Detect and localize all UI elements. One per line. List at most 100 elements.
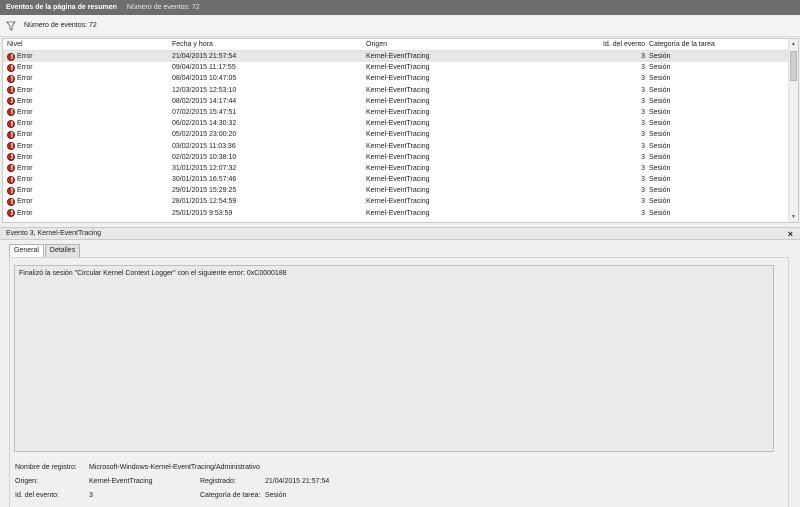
cell-id: 3 <box>641 209 645 217</box>
cell-nivel: Error <box>17 142 33 150</box>
table-row[interactable]: Error 02/02/2015 10:38:10 Kernel-EventTrac… <box>3 152 798 163</box>
title-bar: Eventos de la página de resumen Número d… <box>0 0 800 15</box>
origen-label: Origen: <box>15 478 38 485</box>
description-text: Finalizó la sesión "Circular Kernel Cont… <box>19 270 287 277</box>
registro-label: Nombre de registro: <box>15 464 77 471</box>
cell-id: 3 <box>641 131 645 139</box>
cell-nivel: Error <box>17 86 33 94</box>
scroll-thumb[interactable] <box>790 51 797 81</box>
grid-header: Nivel Fecha y hora Origen Id. del evento… <box>3 39 798 51</box>
cell-origen: Kernel-EventTracing <box>366 64 430 72</box>
table-row[interactable]: Error 08/02/2015 14:17:44 Kernel-EventTrac… <box>3 96 798 107</box>
table-row[interactable]: Error 05/02/2015 23:00:20 Kernel-EventTrac… <box>3 129 798 140</box>
header-fecha[interactable]: Fecha y hora <box>172 39 213 51</box>
cell-nivel: Error <box>17 53 33 60</box>
cell-fecha: 21/04/2015 21:57:54 <box>172 53 237 60</box>
header-categoria[interactable]: Categoría de la tarea <box>649 39 715 51</box>
cell-id: 3 <box>641 198 645 206</box>
filter-icon[interactable] <box>6 21 16 31</box>
cell-origen: Kernel-EventTracing <box>366 142 430 150</box>
table-row[interactable]: Error 12/03/2015 12:53:10 Kernel-EventTrac… <box>3 85 798 96</box>
cell-fecha: 06/02/2015 14:30:32 <box>172 120 237 128</box>
registrado-label: Registrado: <box>200 478 236 485</box>
title-count: Número de eventos: 72 <box>126 4 200 11</box>
error-icon <box>7 119 16 128</box>
cell-origen: Kernel-EventTracing <box>366 75 430 83</box>
cell-id: 3 <box>641 176 645 184</box>
cell-categoria: Sesión <box>649 209 671 217</box>
filter-bar: Número de eventos: 72 <box>0 15 800 37</box>
cell-fecha: 25/01/2015 9:53:59 <box>172 209 233 217</box>
cell-id: 3 <box>641 142 645 150</box>
origen-value: Kernel-EventTracing <box>89 478 153 485</box>
error-icon <box>7 164 16 173</box>
cell-origen: Kernel-EventTracing <box>366 120 430 128</box>
cell-categoria: Sesión <box>649 97 671 105</box>
tab-general[interactable]: General <box>9 244 44 257</box>
cell-categoria: Sesión <box>649 64 671 72</box>
cell-id: 3 <box>641 164 645 172</box>
cell-fecha: 30/01/2015 16:57:46 <box>172 176 237 184</box>
tab-detalles[interactable]: Detalles <box>44 244 81 257</box>
cell-categoria: Sesión <box>649 131 671 139</box>
scroll-down-icon[interactable]: ▼ <box>789 212 798 222</box>
table-row[interactable]: Error 25/01/2015 9:53:59 Kernel-EventTraci… <box>3 208 798 219</box>
table-row[interactable]: Error 30/01/2015 16:57:46 Kernel-EventTrac… <box>3 174 798 185</box>
event-description[interactable]: Finalizó la sesión "Circular Kernel Cont… <box>14 265 774 452</box>
cell-origen: Kernel-EventTracing <box>366 209 430 217</box>
cell-nivel: Error <box>17 97 33 105</box>
error-icon <box>7 186 16 195</box>
table-row[interactable]: Error 03/02/2015 11:03:36 Kernel-EventTrac… <box>3 141 798 152</box>
table-row[interactable]: Error 09/04/2015 11:17:55 Kernel-EventTrac… <box>3 62 798 73</box>
cell-categoria: Sesión <box>649 86 671 94</box>
cell-categoria: Sesión <box>649 53 671 60</box>
cell-id: 3 <box>641 53 645 60</box>
close-icon[interactable]: × <box>788 228 793 240</box>
cell-nivel: Error <box>17 209 33 217</box>
cell-nivel: Error <box>17 131 33 139</box>
cell-origen: Kernel-EventTracing <box>366 53 430 60</box>
cell-nivel: Error <box>17 75 33 83</box>
cell-nivel: Error <box>17 176 33 184</box>
registrado-value: 21/04/2015 21:57:54 <box>265 478 330 485</box>
detail-header: Evento 3, Kernel-EventTracing × <box>0 227 800 240</box>
table-row[interactable]: Error 06/02/2015 14:30:32 Kernel-EventTrac… <box>3 118 798 129</box>
error-icon <box>7 209 16 218</box>
header-nivel[interactable]: Nivel <box>7 39 23 51</box>
header-id[interactable]: Id. del evento <box>563 39 645 51</box>
events-grid: Nivel Fecha y hora Origen Id. del evento… <box>2 38 799 223</box>
cell-nivel: Error <box>17 153 33 161</box>
scroll-up-icon[interactable]: ▲ <box>789 39 798 49</box>
cell-categoria: Sesión <box>649 142 671 150</box>
cell-categoria: Sesión <box>649 176 671 184</box>
cell-origen: Kernel-EventTracing <box>366 97 430 105</box>
cell-id: 3 <box>641 97 645 105</box>
table-row[interactable]: Error 07/02/2015 15:47:51 Kernel-EventTrac… <box>3 107 798 118</box>
cell-origen: Kernel-EventTracing <box>366 131 430 139</box>
grid-rows: Error 21/04/2015 21:57:54 Kernel-EventTrac… <box>3 51 798 219</box>
error-icon <box>7 86 16 95</box>
table-row[interactable]: Error 21/04/2015 21:57:54 Kernel-EventTrac… <box>3 51 798 63</box>
table-row[interactable]: Error 28/01/2015 12:54:59 Kernel-EventTrac… <box>3 196 798 207</box>
cell-id: 3 <box>641 120 645 128</box>
header-origen[interactable]: Origen <box>366 39 387 51</box>
cell-origen: Kernel-EventTracing <box>366 153 430 161</box>
registro-value: Microsoft-Windows-Kernel-EventTracing/Ad… <box>89 464 260 471</box>
cell-categoria: Sesión <box>649 198 671 206</box>
cell-origen: Kernel-EventTracing <box>366 198 430 206</box>
cell-nivel: Error <box>17 187 33 195</box>
cell-categoria: Sesión <box>649 187 671 195</box>
cell-categoria: Sesión <box>649 75 671 83</box>
grid-scrollbar[interactable]: ▲ ▼ <box>788 39 798 222</box>
cell-categoria: Sesión <box>649 120 671 128</box>
title-text: Eventos de la página de resumen <box>6 4 117 11</box>
cell-fecha: 02/02/2015 10:38:10 <box>172 153 237 161</box>
cell-fecha: 09/04/2015 11:17:55 <box>172 64 236 72</box>
table-row[interactable]: Error 29/01/2015 15:29:25 Kernel-EventTrac… <box>3 185 798 196</box>
cell-origen: Kernel-EventTracing <box>366 187 430 195</box>
cell-fecha: 08/04/2015 10:47:05 <box>172 75 237 83</box>
table-row[interactable]: Error 31/01/2015 12:07:32 Kernel-EventTrac… <box>3 163 798 174</box>
cell-nivel: Error <box>17 64 33 72</box>
table-row[interactable]: Error 08/04/2015 10:47:05 Kernel-EventTrac… <box>3 73 798 84</box>
detail-title: Evento 3, Kernel-EventTracing <box>6 230 102 237</box>
